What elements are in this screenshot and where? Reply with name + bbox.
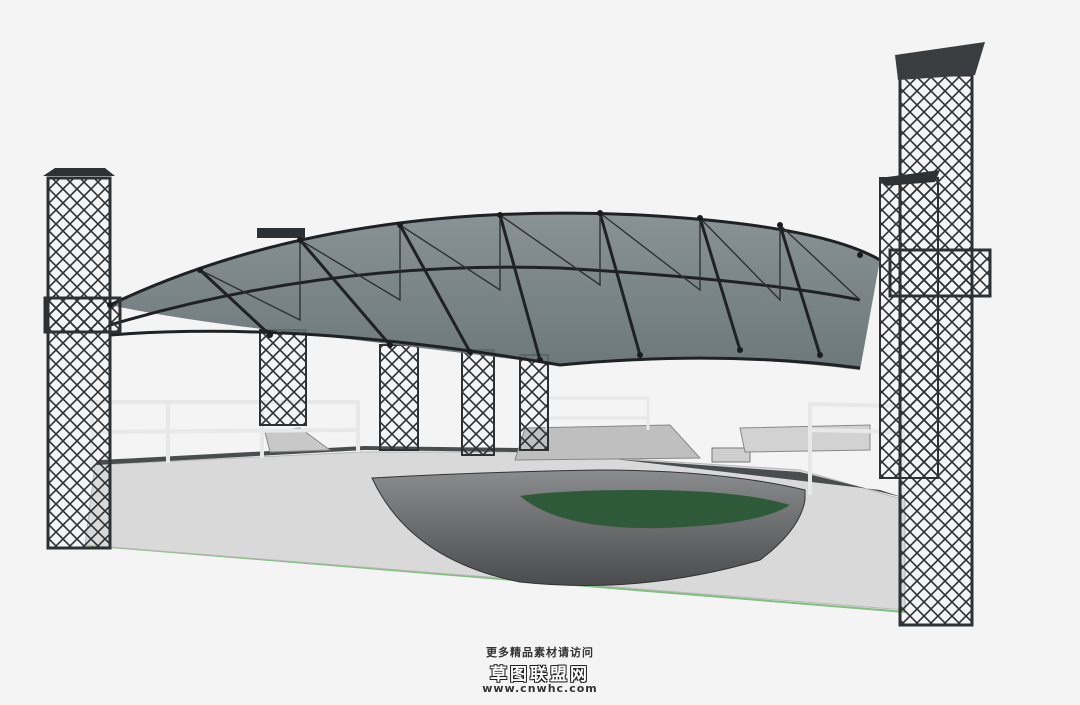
roof-canopy	[110, 213, 880, 370]
watermark-line-1: 更多精品素材请访问	[486, 646, 594, 659]
railing-center	[545, 396, 650, 430]
skatepark-render	[43, 42, 992, 627]
watermark-url: www.cnwhc.com	[482, 682, 598, 695]
tower-left	[46, 176, 112, 550]
tower-right-secondary	[879, 177, 939, 479]
scene-stage: 更多精品素材请访问 草图联盟网 www.cnwhc.com	[0, 0, 1080, 705]
tower-back-left-cap	[257, 228, 305, 238]
tower-right-cap	[895, 42, 985, 80]
tower-left-cap	[43, 168, 115, 176]
